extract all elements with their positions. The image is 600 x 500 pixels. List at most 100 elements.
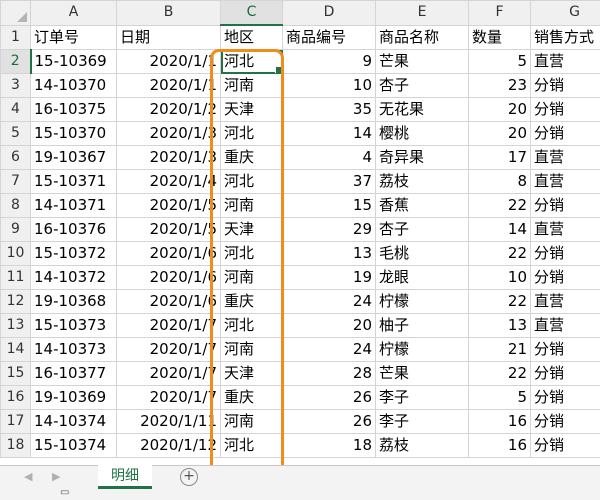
cell-order[interactable]: 16-10377 <box>30 361 117 386</box>
row-header[interactable]: 5 <box>0 121 31 146</box>
cell-region[interactable]: 河北 <box>220 433 283 458</box>
cell-qty[interactable]: 13 <box>468 313 531 338</box>
cell-product[interactable]: 芒果 <box>375 49 469 74</box>
cell-mode[interactable]: 分销 <box>530 97 600 122</box>
cell-region[interactable]: 河北 <box>220 241 283 266</box>
cell-order[interactable]: 14-10372 <box>30 265 117 290</box>
row-header[interactable]: 7 <box>0 169 31 194</box>
cell-product[interactable]: 奇异果 <box>375 145 469 170</box>
cell-order[interactable]: 19-10367 <box>30 145 117 170</box>
add-sheet-icon[interactable]: + <box>180 468 198 486</box>
row-header[interactable]: 16 <box>0 385 31 410</box>
row-header[interactable]: 12 <box>0 289 31 314</box>
cell-region[interactable]: 河北 <box>220 121 283 146</box>
cell-order[interactable]: 14-10370 <box>30 73 117 98</box>
cell-qty[interactable]: 20 <box>468 121 531 146</box>
row-header[interactable]: 18 <box>0 433 31 458</box>
cell-qty[interactable]: 23 <box>468 73 531 98</box>
cell-product[interactable]: 荔枝 <box>375 433 469 458</box>
cell-code[interactable]: 19 <box>282 265 376 290</box>
cell-date[interactable]: 2020/1/1 <box>116 49 221 74</box>
cell-qty[interactable]: 22 <box>468 289 531 314</box>
cell-date[interactable]: 2020/1/5 <box>116 193 221 218</box>
cell-qty[interactable]: 5 <box>468 49 531 74</box>
column-header-e[interactable]: E <box>375 0 469 26</box>
cell-date[interactable]: 2020/1/11 <box>116 409 221 434</box>
cell-date[interactable]: 2020/1/7 <box>116 361 221 386</box>
column-header-c[interactable]: C <box>220 0 283 26</box>
cell-order[interactable]: 19-10368 <box>30 289 117 314</box>
header-cell-product[interactable]: 商品名称 <box>375 24 469 50</box>
row-header[interactable]: 11 <box>0 265 31 290</box>
row-header[interactable]: 6 <box>0 145 31 170</box>
cell-order[interactable]: 14-10374 <box>30 409 117 434</box>
column-header-g[interactable]: G <box>530 0 600 26</box>
cell-region[interactable]: 河北 <box>220 49 283 74</box>
cell-code[interactable]: 10 <box>282 73 376 98</box>
row-header[interactable]: 17 <box>0 409 31 434</box>
cell-date[interactable]: 2020/1/6 <box>116 289 221 314</box>
cell-qty[interactable]: 22 <box>468 241 531 266</box>
header-cell-qty[interactable]: 数量 <box>468 24 531 50</box>
cell-date[interactable]: 2020/1/7 <box>116 313 221 338</box>
cell-qty[interactable]: 16 <box>468 409 531 434</box>
cell-qty[interactable]: 20 <box>468 97 531 122</box>
cell-code[interactable]: 24 <box>282 289 376 314</box>
cell-code[interactable]: 9 <box>282 49 376 74</box>
column-header-f[interactable]: F <box>468 0 531 26</box>
cell-order[interactable]: 15-10373 <box>30 313 117 338</box>
cell-mode[interactable]: 分销 <box>530 385 600 410</box>
cell-qty[interactable]: 22 <box>468 193 531 218</box>
cell-date[interactable]: 2020/1/12 <box>116 433 221 458</box>
cell-product[interactable]: 柚子 <box>375 313 469 338</box>
cell-code[interactable]: 26 <box>282 385 376 410</box>
cell-order[interactable]: 16-10376 <box>30 217 117 242</box>
cell-qty[interactable]: 5 <box>468 385 531 410</box>
cell-code[interactable]: 4 <box>282 145 376 170</box>
cell-date[interactable]: 2020/1/2 <box>116 97 221 122</box>
row-header[interactable]: 4 <box>0 97 31 122</box>
cell-mode[interactable]: 分销 <box>530 121 600 146</box>
row-header[interactable]: 1 <box>0 24 31 50</box>
header-cell-region[interactable]: 地区 <box>220 24 283 50</box>
cell-region[interactable]: 河南 <box>220 337 283 362</box>
cell-mode[interactable]: 分销 <box>530 73 600 98</box>
cell-mode[interactable]: 分销 <box>530 433 600 458</box>
cell-date[interactable]: 2020/1/7 <box>116 337 221 362</box>
cell-region[interactable]: 河南 <box>220 409 283 434</box>
cell-product[interactable]: 樱桃 <box>375 121 469 146</box>
cell-product[interactable]: 龙眼 <box>375 265 469 290</box>
cell-date[interactable]: 2020/1/3 <box>116 145 221 170</box>
cell-code[interactable]: 35 <box>282 97 376 122</box>
header-cell-mode[interactable]: 销售方式 <box>530 24 600 50</box>
cell-product[interactable]: 杏子 <box>375 217 469 242</box>
cell-code[interactable]: 20 <box>282 313 376 338</box>
cell-code[interactable]: 13 <box>282 241 376 266</box>
cell-order[interactable]: 14-10373 <box>30 337 117 362</box>
cell-region[interactable]: 河北 <box>220 169 283 194</box>
cell-region[interactable]: 重庆 <box>220 145 283 170</box>
cell-mode[interactable]: 分销 <box>530 265 600 290</box>
cell-product[interactable]: 李子 <box>375 409 469 434</box>
cell-product[interactable]: 毛桃 <box>375 241 469 266</box>
cell-mode[interactable]: 直营 <box>530 217 600 242</box>
cell-code[interactable]: 14 <box>282 121 376 146</box>
cell-qty[interactable]: 21 <box>468 337 531 362</box>
row-header[interactable]: 9 <box>0 217 31 242</box>
cell-date[interactable]: 2020/1/1 <box>116 73 221 98</box>
tab-scroll-left-icon[interactable]: ◀ <box>24 470 32 483</box>
row-header[interactable]: 15 <box>0 361 31 386</box>
cell-product[interactable]: 李子 <box>375 385 469 410</box>
cell-order[interactable]: 15-10374 <box>30 433 117 458</box>
cell-date[interactable]: 2020/1/3 <box>116 121 221 146</box>
cell-order[interactable]: 15-10369 <box>30 49 117 74</box>
cell-order[interactable]: 16-10375 <box>30 97 117 122</box>
cell-order[interactable]: 15-10371 <box>30 169 117 194</box>
cell-qty[interactable]: 10 <box>468 265 531 290</box>
cell-order[interactable]: 15-10372 <box>30 241 117 266</box>
row-header[interactable]: 8 <box>0 193 31 218</box>
header-cell-date[interactable]: 日期 <box>116 24 221 50</box>
sheet-tab-mingxi[interactable]: 明细 <box>98 465 152 489</box>
cell-product[interactable]: 无花果 <box>375 97 469 122</box>
cell-region[interactable]: 重庆 <box>220 385 283 410</box>
